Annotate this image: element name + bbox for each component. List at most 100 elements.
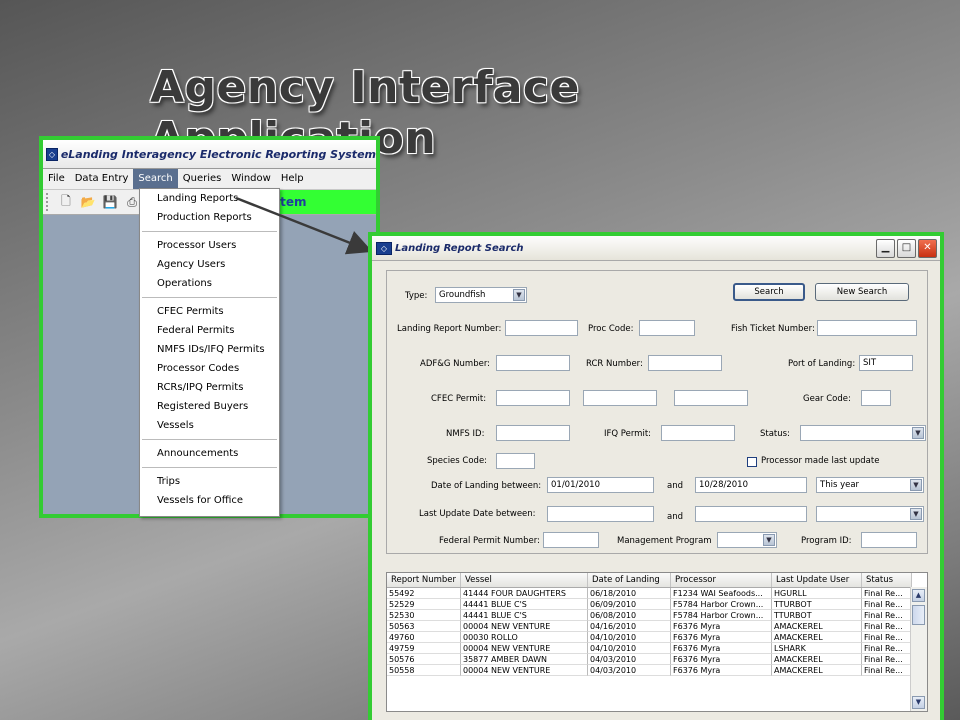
- date-of-landing-to-input[interactable]: 10/28/2010: [695, 477, 807, 493]
- search-button[interactable]: Search: [733, 283, 805, 301]
- table-cell: 06/18/2010: [588, 588, 671, 599]
- print-icon[interactable]: ⎙: [124, 194, 140, 210]
- species-code-input[interactable]: [496, 453, 535, 469]
- type-select[interactable]: Groundfish ▼: [435, 287, 527, 303]
- menu-help[interactable]: Help: [276, 169, 309, 189]
- type-select-value: Groundfish: [439, 290, 486, 300]
- rcr-number-label: RCR Number:: [586, 359, 643, 369]
- table-row[interactable]: 50558 00004 NEW VENTURE 04/03/2010 F6376 My…: [387, 665, 912, 676]
- open-folder-icon[interactable]: 📂: [80, 194, 96, 210]
- table-row[interactable]: 55492 41444 FOUR DAUGHTERS 06/18/2010 F1234…: [387, 588, 912, 599]
- menu-item-nmfs-ifq-permits[interactable]: NMFS IDs/IFQ Permits: [140, 340, 279, 359]
- fish-ticket-number-label: Fish Ticket Number:: [731, 324, 815, 334]
- status-select[interactable]: ▼: [800, 425, 926, 441]
- new-file-icon[interactable]: 🗋: [58, 194, 74, 210]
- program-id-input[interactable]: [861, 532, 917, 548]
- scroll-down-icon[interactable]: ▼: [912, 696, 925, 709]
- maximize-icon[interactable]: □: [897, 239, 916, 258]
- menu-separator: [142, 439, 277, 440]
- landing-report-number-input[interactable]: [505, 320, 578, 336]
- col-date-of-landing[interactable]: Date of Landing: [588, 573, 671, 587]
- menu-item-announcements[interactable]: Announcements: [140, 444, 279, 463]
- processor-made-last-update-checkbox[interactable]: [747, 457, 757, 467]
- port-of-landing-input[interactable]: SIT: [859, 355, 913, 371]
- ifq-permit-input[interactable]: [661, 425, 735, 441]
- col-vessel[interactable]: Vessel: [461, 573, 588, 587]
- chevron-down-icon[interactable]: ▼: [910, 508, 922, 520]
- last-update-from-input[interactable]: [547, 506, 654, 522]
- new-search-button[interactable]: New Search: [815, 283, 909, 301]
- table-cell: F5784 Harbor Crown...: [671, 599, 772, 610]
- col-status[interactable]: Status: [862, 573, 912, 587]
- management-program-select[interactable]: ▼: [717, 532, 777, 548]
- menu-item-processor-codes[interactable]: Processor Codes: [140, 359, 279, 378]
- menu-search[interactable]: Search: [133, 169, 178, 189]
- date-range-select[interactable]: This year ▼: [816, 477, 924, 493]
- table-row[interactable]: 49759 00004 NEW VENTURE 04/10/2010 F6376 My…: [387, 643, 912, 654]
- scroll-up-icon[interactable]: ▲: [912, 589, 925, 602]
- table-cell: 04/10/2010: [588, 643, 671, 654]
- minimize-icon[interactable]: ▁: [876, 239, 895, 258]
- toolbar-grip[interactable]: [46, 193, 52, 211]
- menu-item-production-reports[interactable]: Production Reports: [140, 208, 279, 227]
- type-label: Type:: [405, 291, 428, 301]
- last-update-to-input[interactable]: [695, 506, 807, 522]
- table-cell: F6376 Myra: [671, 621, 772, 632]
- menu-item-registered-buyers[interactable]: Registered Buyers: [140, 397, 279, 416]
- menu-window[interactable]: Window: [226, 169, 275, 189]
- proc-code-input[interactable]: [639, 320, 695, 336]
- menu-separator: [142, 297, 277, 298]
- table-cell: 41444 FOUR DAUGHTERS: [461, 588, 588, 599]
- chevron-down-icon[interactable]: ▼: [763, 534, 775, 546]
- close-icon[interactable]: ✕: [918, 239, 937, 258]
- menu-item-cfec-permits[interactable]: CFEC Permits: [140, 302, 279, 321]
- landing-report-search-window: ◇ Landing Report Search ▁ □ ✕ Type: Grou…: [368, 232, 944, 720]
- table-row[interactable]: 52529 44441 BLUE C'S 06/09/2010 F5784 Harbo…: [387, 599, 912, 610]
- date-range-select-value: This year: [820, 480, 860, 490]
- cfec-permit-input-3[interactable]: [674, 390, 748, 406]
- menu-item-agency-users[interactable]: Agency Users: [140, 255, 279, 274]
- rcr-number-input[interactable]: [648, 355, 722, 371]
- chevron-down-icon[interactable]: ▼: [912, 427, 924, 439]
- menu-item-landing-reports[interactable]: Landing Reports: [140, 189, 279, 208]
- adfg-number-input[interactable]: [496, 355, 570, 371]
- menu-queries[interactable]: Queries: [178, 169, 227, 189]
- table-cell: 00004 NEW VENTURE: [461, 621, 588, 632]
- menu-item-vessels-for-office[interactable]: Vessels for Office: [140, 491, 279, 510]
- table-row[interactable]: 50576 35877 AMBER DAWN 04/03/2010 F6376 Myr…: [387, 654, 912, 665]
- menu-item-trips[interactable]: Trips: [140, 472, 279, 491]
- table-cell: Final Re...: [862, 599, 912, 610]
- last-update-range-select[interactable]: ▼: [816, 506, 924, 522]
- col-last-update-user[interactable]: Last Update User: [772, 573, 862, 587]
- cfec-permit-input-2[interactable]: [583, 390, 657, 406]
- nmfs-id-input[interactable]: [496, 425, 570, 441]
- cfec-permit-input-1[interactable]: [496, 390, 570, 406]
- table-row[interactable]: 50563 00004 NEW VENTURE 04/16/2010 F6376 My…: [387, 621, 912, 632]
- col-processor[interactable]: Processor: [671, 573, 772, 587]
- grid-vertical-scrollbar[interactable]: ▲ ▼: [910, 587, 927, 711]
- date-of-landing-from-input[interactable]: 01/01/2010: [547, 477, 654, 493]
- federal-permit-number-input[interactable]: [543, 532, 599, 548]
- menu-file[interactable]: File: [43, 169, 70, 189]
- col-report-number[interactable]: Report Number: [387, 573, 461, 587]
- menu-item-rcr-ipq-permits[interactable]: RCRs/IPQ Permits: [140, 378, 279, 397]
- gear-code-input[interactable]: [861, 390, 891, 406]
- save-icon[interactable]: 💾: [102, 194, 118, 210]
- table-row[interactable]: 49760 00030 ROLLO 04/10/2010 F6376 Myra AMAC…: [387, 632, 912, 643]
- chevron-down-icon[interactable]: ▼: [910, 479, 922, 491]
- scroll-thumb[interactable]: [912, 605, 925, 625]
- menu-item-vessels[interactable]: Vessels: [140, 416, 279, 435]
- table-cell: F6376 Myra: [671, 643, 772, 654]
- dialog-fish-icon: ◇: [376, 241, 392, 255]
- menu-item-operations[interactable]: Operations: [140, 274, 279, 293]
- search-criteria-panel: Type: Groundfish ▼ Search New Search Lan…: [386, 270, 928, 554]
- fish-ticket-number-input[interactable]: [817, 320, 917, 336]
- table-cell: 44441 BLUE C'S: [461, 599, 588, 610]
- menu-item-processor-users[interactable]: Processor Users: [140, 236, 279, 255]
- table-row[interactable]: 52530 44441 BLUE C'S 06/08/2010 F5784 Harbo…: [387, 610, 912, 621]
- menu-item-federal-permits[interactable]: Federal Permits: [140, 321, 279, 340]
- table-cell: HGURLL: [772, 588, 862, 599]
- chevron-down-icon[interactable]: ▼: [513, 289, 525, 301]
- ifq-permit-label: IFQ Permit:: [604, 429, 652, 439]
- menu-data-entry[interactable]: Data Entry: [70, 169, 134, 189]
